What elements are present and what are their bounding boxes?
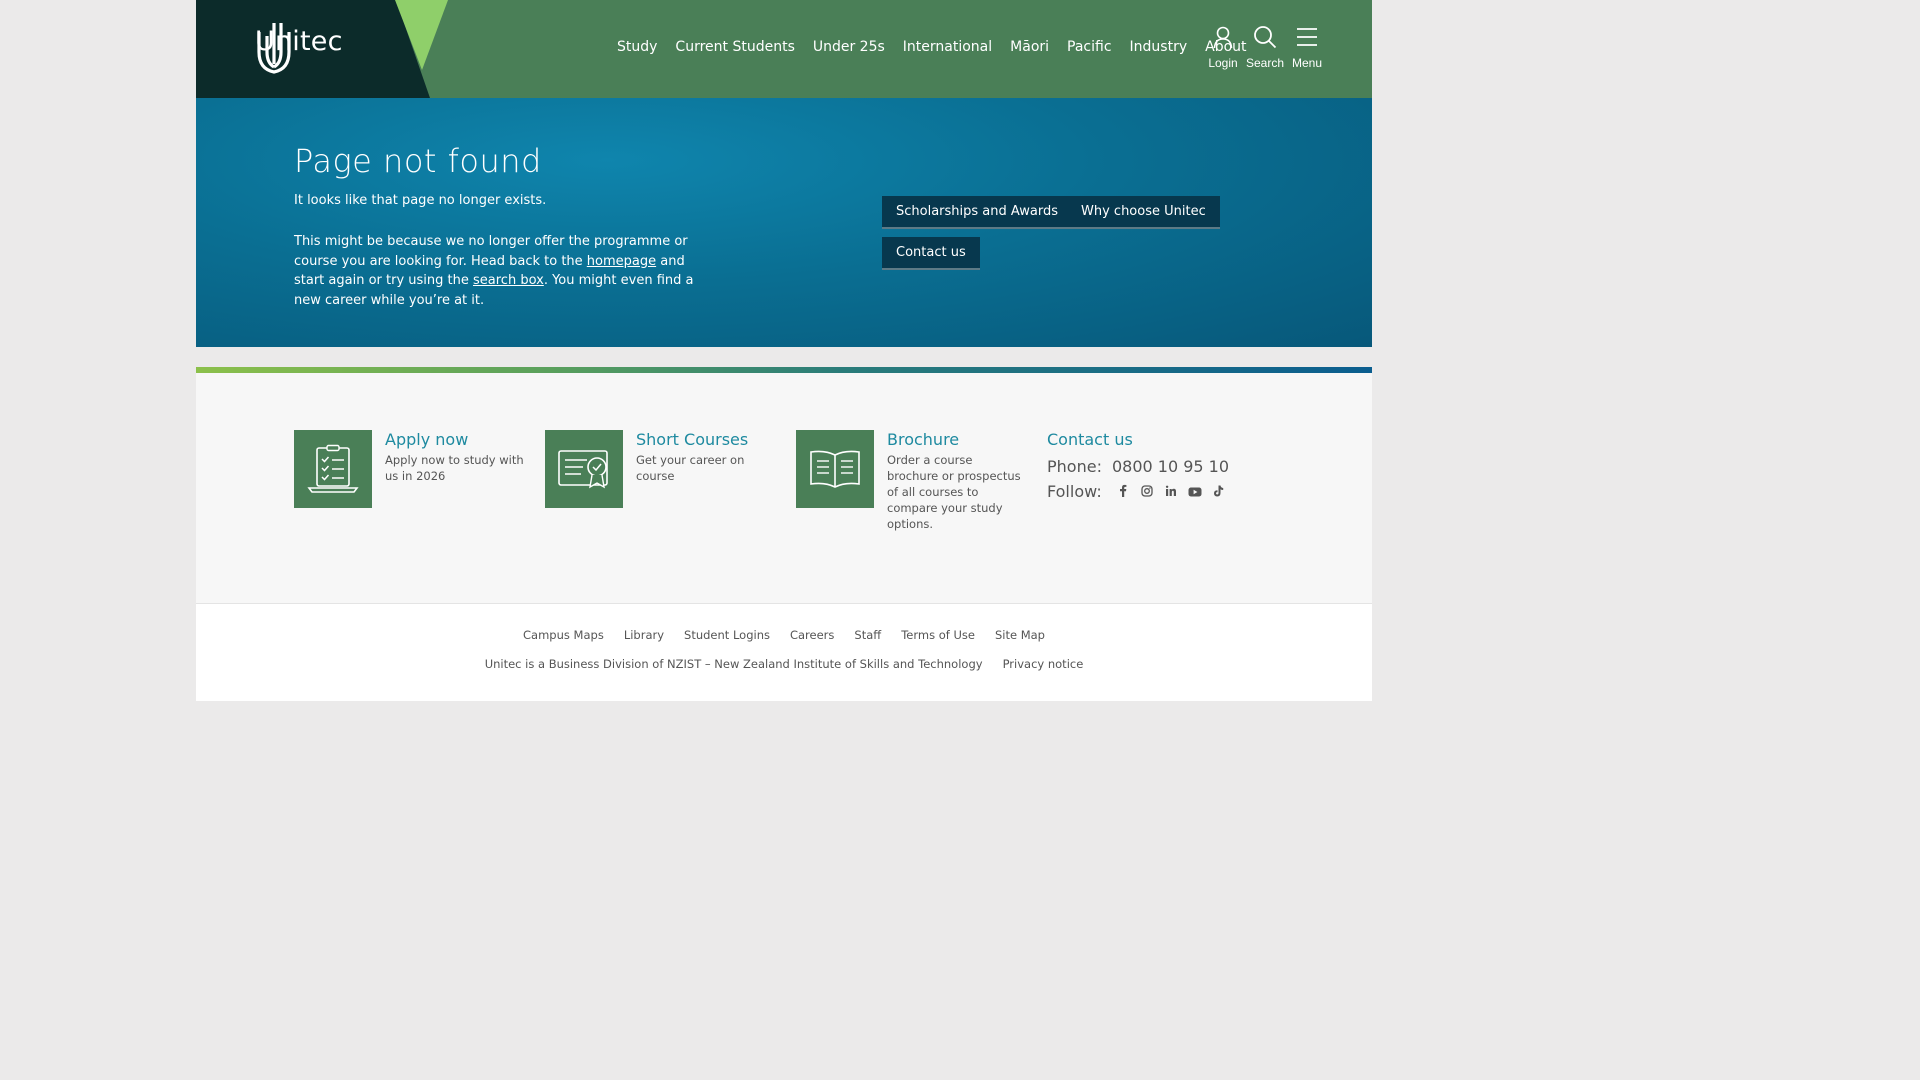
unitec-logo[interactable]: Unitec: [255, 22, 343, 74]
phone-number[interactable]: 0800 10 95 10: [1112, 457, 1229, 476]
certificate-icon: [558, 450, 608, 489]
nav-industry[interactable]: Industry: [1130, 39, 1188, 55]
user-icon: [1213, 26, 1233, 49]
youtube-icon: [1188, 485, 1202, 499]
nav-international[interactable]: International: [903, 39, 992, 55]
nav-under-25s[interactable]: Under 25s: [813, 39, 885, 55]
nav-current-students[interactable]: Current Students: [675, 39, 794, 55]
why-choose-unitec-button[interactable]: Why choose Unitec: [1067, 196, 1220, 229]
instagram-link[interactable]: [1140, 482, 1154, 501]
menu-button[interactable]: Menu: [1286, 25, 1328, 70]
follow-row: Follow:: [1047, 482, 1229, 501]
scholarships-button[interactable]: Scholarships and Awards: [882, 196, 1072, 229]
youtube-link[interactable]: [1188, 482, 1202, 501]
linkedin-link[interactable]: [1164, 482, 1178, 501]
contact-us-link[interactable]: Contact us: [1047, 430, 1133, 449]
footer-links: Campus Maps Library Student Logins Caree…: [196, 604, 1372, 642]
footer-staff[interactable]: Staff: [854, 628, 881, 642]
page-title: Page not found: [294, 142, 542, 180]
site-footer: Campus Maps Library Student Logins Caree…: [196, 603, 1372, 701]
header-tools: Login Search Menu: [1202, 25, 1328, 70]
apply-now-icon-box: [294, 430, 372, 508]
logo-area: Unitec: [196, 0, 456, 98]
main-nav: Study Current Students Under 25s Interna…: [617, 39, 1247, 55]
instagram-icon: [1140, 484, 1154, 498]
facebook-link[interactable]: [1116, 482, 1130, 501]
short-courses-icon-box: [545, 430, 623, 508]
nav-maori[interactable]: Māori: [1010, 39, 1049, 55]
site-header: Unitec Study Current Students Under 25s …: [196, 0, 1372, 98]
contact-block: Contact us Phone: 0800 10 95 10 Follow:: [1047, 430, 1229, 501]
footer-site-map[interactable]: Site Map: [995, 628, 1045, 642]
footer-terms-of-use[interactable]: Terms of Use: [901, 628, 975, 642]
search-label: Search: [1245, 56, 1285, 70]
phone-row: Phone: 0800 10 95 10: [1047, 457, 1229, 476]
laptop-checklist-icon: [307, 444, 359, 493]
brochure-icon-box: [796, 430, 874, 508]
follow-label: Follow:: [1047, 482, 1102, 501]
page: Unitec Study Current Students Under 25s …: [196, 0, 1372, 701]
footer-library[interactable]: Library: [624, 628, 664, 642]
brochure-title: Brochure: [887, 430, 960, 449]
hamburger-menu-icon: [1297, 28, 1317, 46]
hero-body: This might be because we no longer offer…: [294, 232, 704, 310]
apply-now-desc: Apply now to study with us in 2026: [385, 453, 524, 483]
open-book-icon: [810, 450, 860, 488]
short-courses-title: Short Courses: [636, 430, 749, 449]
nav-study[interactable]: Study: [617, 39, 657, 55]
contact-us-button[interactable]: Contact us: [882, 237, 980, 270]
linkedin-icon: [1164, 484, 1178, 498]
login-button[interactable]: Login: [1202, 25, 1244, 70]
footer-legal: Unitec is a Business Division of NZIST –…: [196, 642, 1372, 671]
feature-band: Apply now Apply now to study with us in …: [196, 373, 1372, 603]
search-button[interactable]: Search: [1244, 25, 1286, 70]
brochure-desc: Order a course brochure or prospectus of…: [887, 453, 1021, 531]
tiktok-icon: [1212, 484, 1226, 498]
apply-now-title: Apply now: [385, 430, 469, 449]
menu-label: Menu: [1291, 56, 1323, 70]
section-gap: [196, 347, 1372, 367]
hero-lead: It looks like that page no longer exists…: [294, 193, 547, 208]
nav-pacific[interactable]: Pacific: [1067, 39, 1112, 55]
hero-banner: Page not found It looks like that page n…: [196, 98, 1372, 347]
search-icon: [1254, 26, 1277, 49]
privacy-notice-link[interactable]: Privacy notice: [1003, 657, 1084, 671]
short-courses-desc: Get your career on course: [636, 453, 745, 483]
unitec-logo-icon: [257, 23, 291, 74]
login-label: Login: [1208, 56, 1238, 70]
homepage-link[interactable]: homepage: [587, 254, 656, 269]
division-statement: Unitec is a Business Division of NZIST –…: [484, 657, 983, 671]
footer-campus-maps[interactable]: Campus Maps: [523, 628, 604, 642]
footer-student-logins[interactable]: Student Logins: [684, 628, 770, 642]
phone-label: Phone:: [1047, 457, 1102, 476]
facebook-icon: [1116, 484, 1130, 498]
tiktok-link[interactable]: [1212, 482, 1226, 501]
footer-careers[interactable]: Careers: [790, 628, 834, 642]
search-box-link[interactable]: search box: [473, 273, 544, 288]
social-links: [1116, 482, 1226, 501]
